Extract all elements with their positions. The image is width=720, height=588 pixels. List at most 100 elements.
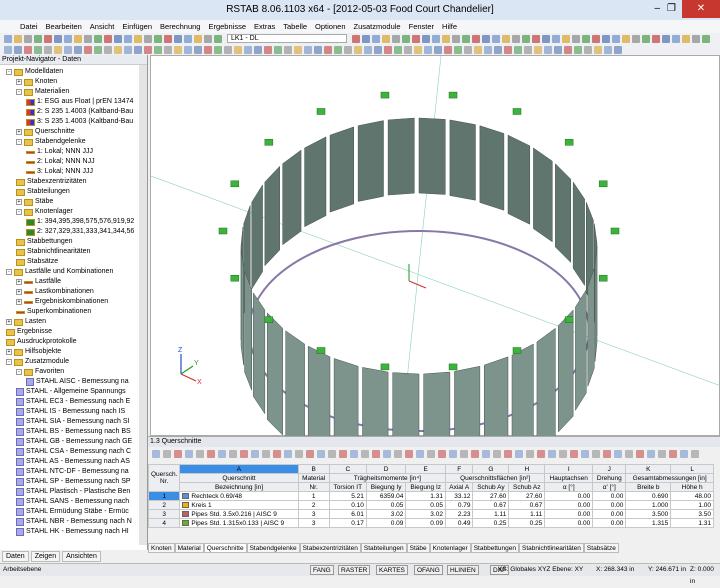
table-tool-icon[interactable]: [570, 450, 578, 458]
toolbar-icon[interactable]: [532, 35, 540, 43]
cell[interactable]: 0.09: [406, 519, 446, 528]
cell[interactable]: 0.00: [593, 519, 626, 528]
cell[interactable]: Kreis 1: [180, 501, 298, 510]
nav-item[interactable]: Ausdruckprotokolle: [6, 337, 77, 347]
toolbar-icon[interactable]: [184, 46, 192, 54]
tab-6[interactable]: Stäbe: [407, 543, 430, 553]
toolbar-icon[interactable]: [34, 46, 42, 54]
toolbar-icon[interactable]: [622, 35, 630, 43]
cell[interactable]: 1: [298, 492, 329, 501]
toolbar-icon[interactable]: [544, 46, 552, 54]
toolbar-icon[interactable]: [514, 46, 522, 54]
toolbar-icon[interactable]: [372, 35, 380, 43]
nav-item[interactable]: STAHL AS - Bemessung nach AS: [16, 457, 130, 467]
nav-item[interactable]: -Modelldaten: [6, 67, 63, 77]
table-tool-icon[interactable]: [680, 450, 688, 458]
toolbar-icon[interactable]: [254, 46, 262, 54]
nav-item[interactable]: STAHL NBR - Bemessung nach N: [16, 517, 132, 527]
toolbar-icon[interactable]: [134, 46, 142, 54]
tab-8[interactable]: Stabbettungen: [471, 543, 519, 553]
toolbar-icon[interactable]: [682, 35, 690, 43]
toolbar-icon[interactable]: [194, 35, 202, 43]
menu-optionen[interactable]: Optionen: [315, 22, 345, 31]
toolbar-icon[interactable]: [314, 46, 322, 54]
table-tool-icon[interactable]: [207, 450, 215, 458]
toolbar-icon[interactable]: [512, 35, 520, 43]
nav-item[interactable]: STAHL CSA - Bemessung nach C: [16, 447, 131, 457]
toolbar-icon[interactable]: [104, 35, 112, 43]
collapse-icon[interactable]: -: [16, 209, 22, 215]
status-raster-button[interactable]: RASTER: [338, 565, 370, 575]
toolbar-icon[interactable]: [394, 46, 402, 54]
toolbar-icon[interactable]: [594, 46, 602, 54]
cell[interactable]: 3: [298, 519, 329, 528]
nav-item[interactable]: -Lastfälle und Kombinationen: [6, 267, 113, 277]
row-number[interactable]: 3: [149, 510, 180, 519]
cell[interactable]: 3.02: [366, 510, 406, 519]
cell[interactable]: 1.000: [626, 501, 671, 510]
nav-item[interactable]: Superkombinationen: [16, 307, 91, 317]
toolbar-icon[interactable]: [362, 35, 370, 43]
toolbar-icon[interactable]: [114, 35, 122, 43]
cell[interactable]: 0.00: [545, 501, 593, 510]
toolbar-icon[interactable]: [44, 35, 52, 43]
table-tool-icon[interactable]: [174, 450, 182, 458]
nav-item[interactable]: 2: S 235 1.4003 (Kaltband-Bau: [26, 107, 133, 117]
menu-extras[interactable]: Extras: [254, 22, 275, 31]
cell[interactable]: 0.00: [593, 492, 626, 501]
toolbar-icon[interactable]: [74, 46, 82, 54]
toolbar-icon[interactable]: [124, 46, 132, 54]
cell[interactable]: 1.31: [406, 492, 446, 501]
table-tool-icon[interactable]: [284, 450, 292, 458]
cell[interactable]: 6.01: [329, 510, 366, 519]
tab-3[interactable]: Stabendgelenke: [247, 543, 300, 553]
cell[interactable]: 0.05: [366, 501, 406, 510]
toolbar-icon[interactable]: [154, 46, 162, 54]
menu-berechnung[interactable]: Berechnung: [160, 22, 200, 31]
cell[interactable]: 0.79: [445, 501, 473, 510]
table-tool-icon[interactable]: [548, 450, 556, 458]
col-letter[interactable]: D: [366, 465, 406, 474]
nav-item[interactable]: +Stäbe: [16, 197, 53, 207]
collapse-icon[interactable]: -: [16, 89, 22, 95]
nav-item[interactable]: 3: Lokal; NNN JJJ: [26, 167, 93, 177]
cell[interactable]: 27.60: [473, 492, 509, 501]
cell[interactable]: 3.50: [671, 510, 714, 519]
col-letter[interactable]: H: [509, 465, 545, 474]
nav-item[interactable]: Stabteilungen: [16, 187, 70, 197]
cell[interactable]: 0.49: [445, 519, 473, 528]
toolbar-icon[interactable]: [4, 46, 12, 54]
menu-einfügen[interactable]: Einfügen: [122, 22, 152, 31]
toolbar-icon[interactable]: [402, 35, 410, 43]
cell[interactable]: Pipes Std. 3.5x0.216 | AISC 9: [180, 510, 298, 519]
table-tool-icon[interactable]: [196, 450, 204, 458]
table-tool-icon[interactable]: [328, 450, 336, 458]
col-letter[interactable]: A: [180, 465, 298, 474]
nav-item[interactable]: +Lastkombinationen: [16, 287, 94, 297]
nav-item[interactable]: STAHL NTC-DF - Bemessung na: [16, 467, 129, 477]
toolbar-icon[interactable]: [54, 46, 62, 54]
toolbar-icon[interactable]: [4, 35, 12, 43]
col-letter[interactable]: G: [473, 465, 509, 474]
table-tool-icon[interactable]: [636, 450, 644, 458]
nav-item[interactable]: -Zusatzmodule: [6, 357, 69, 367]
toolbar-icon[interactable]: [244, 46, 252, 54]
expand-icon[interactable]: +: [6, 319, 12, 325]
col-letter[interactable]: K: [626, 465, 671, 474]
nav-item[interactable]: STAHL Plastisch - Plastische Ben: [16, 487, 130, 497]
loadcase-select[interactable]: LK1 - DL: [227, 34, 347, 43]
col-letter[interactable]: C: [329, 465, 366, 474]
table-tool-icon[interactable]: [405, 450, 413, 458]
menu-bearbeiten[interactable]: Bearbeiten: [46, 22, 82, 31]
toolbar-icon[interactable]: [174, 35, 182, 43]
menu-hilfe[interactable]: Hilfe: [442, 22, 457, 31]
toolbar-icon[interactable]: [294, 46, 302, 54]
table-tool-icon[interactable]: [614, 450, 622, 458]
status-fang-button[interactable]: FANG: [310, 565, 334, 575]
nav-item[interactable]: 2: 327,329,331,333,341,344,56: [26, 227, 134, 237]
maximize-button[interactable]: ❐: [667, 0, 676, 18]
menu-zusatzmodule[interactable]: Zusatzmodule: [354, 22, 401, 31]
table-tool-icon[interactable]: [218, 450, 226, 458]
table-tool-icon[interactable]: [416, 450, 424, 458]
col-letter[interactable]: I: [545, 465, 593, 474]
